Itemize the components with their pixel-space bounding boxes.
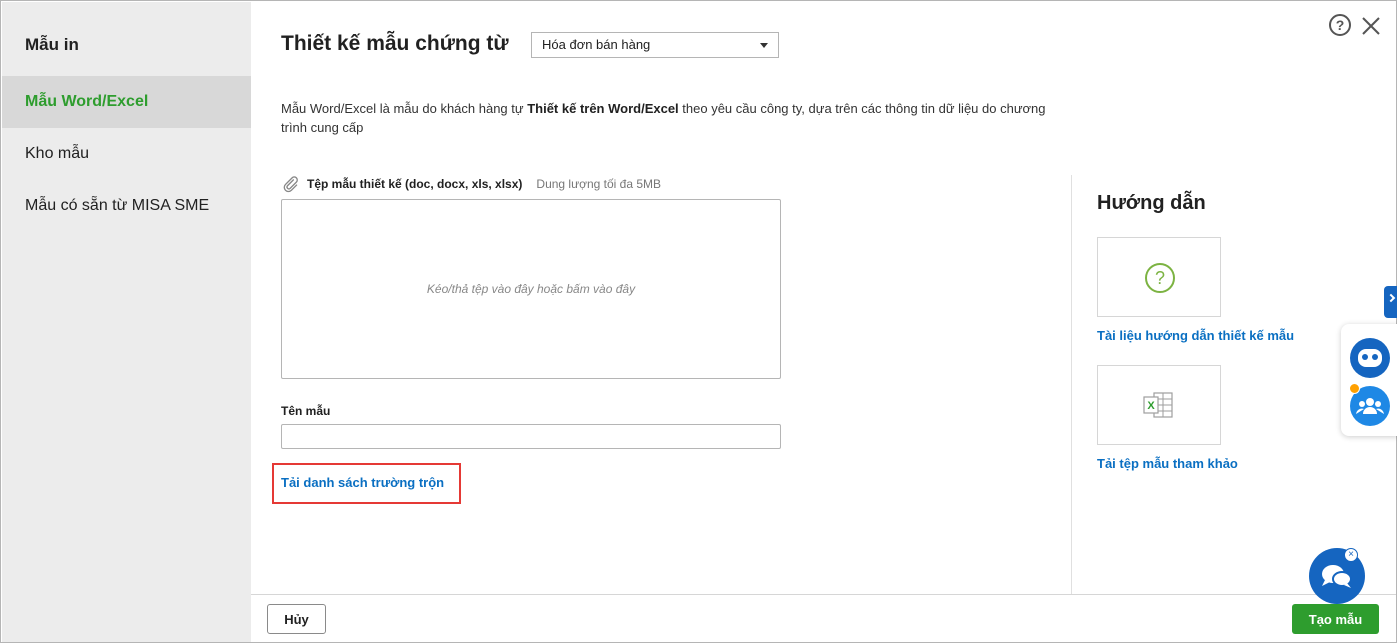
footer: Hủy Tạo mẫu bbox=[251, 594, 1396, 642]
assistant-panel bbox=[1341, 324, 1397, 436]
guide-card-doc[interactable]: ? bbox=[1097, 237, 1221, 317]
cancel-button[interactable]: Hủy bbox=[267, 604, 326, 634]
download-merge-fields-link[interactable]: Tải danh sách trường trộn bbox=[281, 475, 444, 490]
robot-icon bbox=[1358, 349, 1382, 367]
vertical-divider bbox=[1071, 175, 1072, 594]
create-template-button[interactable]: Tạo mẫu bbox=[1292, 604, 1379, 634]
svg-text:X: X bbox=[1147, 400, 1155, 412]
upload-size-hint: Dung lượng tối đa 5MB bbox=[536, 177, 662, 191]
assistant-bot-button[interactable] bbox=[1350, 338, 1390, 378]
sidebar: Mẫu in Mẫu Word/Excel Kho mẫu Mẫu có sẵn… bbox=[2, 2, 251, 642]
help-icon[interactable]: ? bbox=[1329, 14, 1351, 36]
guide-title: Hướng dẫn bbox=[1097, 192, 1206, 214]
sidebar-item-template-store[interactable]: Kho mẫu bbox=[2, 128, 251, 180]
guide-card-sample[interactable]: X bbox=[1097, 365, 1221, 445]
print-template-dialog: Mẫu in Mẫu Word/Excel Kho mẫu Mẫu có sẵn… bbox=[0, 0, 1397, 643]
question-icon: ? bbox=[1145, 263, 1175, 293]
excel-file-icon: X bbox=[1143, 392, 1173, 418]
document-type-select[interactable]: Hóa đơn bán hàng bbox=[531, 32, 779, 58]
upload-label: Tệp mẫu thiết kế (doc, docx, xls, xlsx) bbox=[307, 177, 523, 191]
description-text: Mẫu Word/Excel là mẫu do khách hàng tự T… bbox=[281, 99, 1071, 137]
upload-label-row: Tệp mẫu thiết kế (doc, docx, xls, xlsx) … bbox=[281, 175, 661, 193]
chat-dismiss-icon[interactable]: × bbox=[1344, 548, 1358, 562]
chevron-right-icon bbox=[1386, 293, 1396, 303]
file-dropzone[interactable]: Kéo/thả tệp vào đây hoặc bấm vào đây bbox=[281, 199, 781, 379]
page-title: Thiết kế mẫu chứng từ bbox=[281, 32, 509, 55]
sidebar-item-misa-templates[interactable]: Mẫu có sẵn từ MISA SME bbox=[2, 180, 251, 232]
template-name-input[interactable] bbox=[281, 424, 781, 449]
paperclip-icon bbox=[283, 176, 298, 193]
dropzone-text: Kéo/thả tệp vào đây hoặc bấm vào đây bbox=[426, 282, 636, 296]
description-bold: Thiết kế trên Word/Excel bbox=[527, 101, 679, 116]
description-part1: Mẫu Word/Excel là mẫu do khách hàng tự bbox=[281, 101, 528, 116]
side-panel-toggle[interactable] bbox=[1384, 286, 1397, 318]
document-type-value: Hóa đơn bán hàng bbox=[542, 37, 651, 52]
main-content: Thiết kế mẫu chứng từ Hóa đơn bán hàng ?… bbox=[251, 2, 1396, 594]
template-name-label: Tên mẫu bbox=[281, 404, 331, 418]
guide-sample-link[interactable]: Tải tệp mẫu tham khảo bbox=[1097, 456, 1238, 471]
chevron-down-icon bbox=[760, 43, 768, 48]
sidebar-item-word-excel[interactable]: Mẫu Word/Excel bbox=[2, 76, 251, 128]
notification-dot bbox=[1349, 383, 1360, 394]
close-icon[interactable] bbox=[1359, 14, 1383, 38]
sidebar-title: Mẫu in bbox=[25, 35, 79, 54]
guide-doc-link[interactable]: Tài liệu hướng dẫn thiết kế mẫu bbox=[1097, 328, 1294, 343]
